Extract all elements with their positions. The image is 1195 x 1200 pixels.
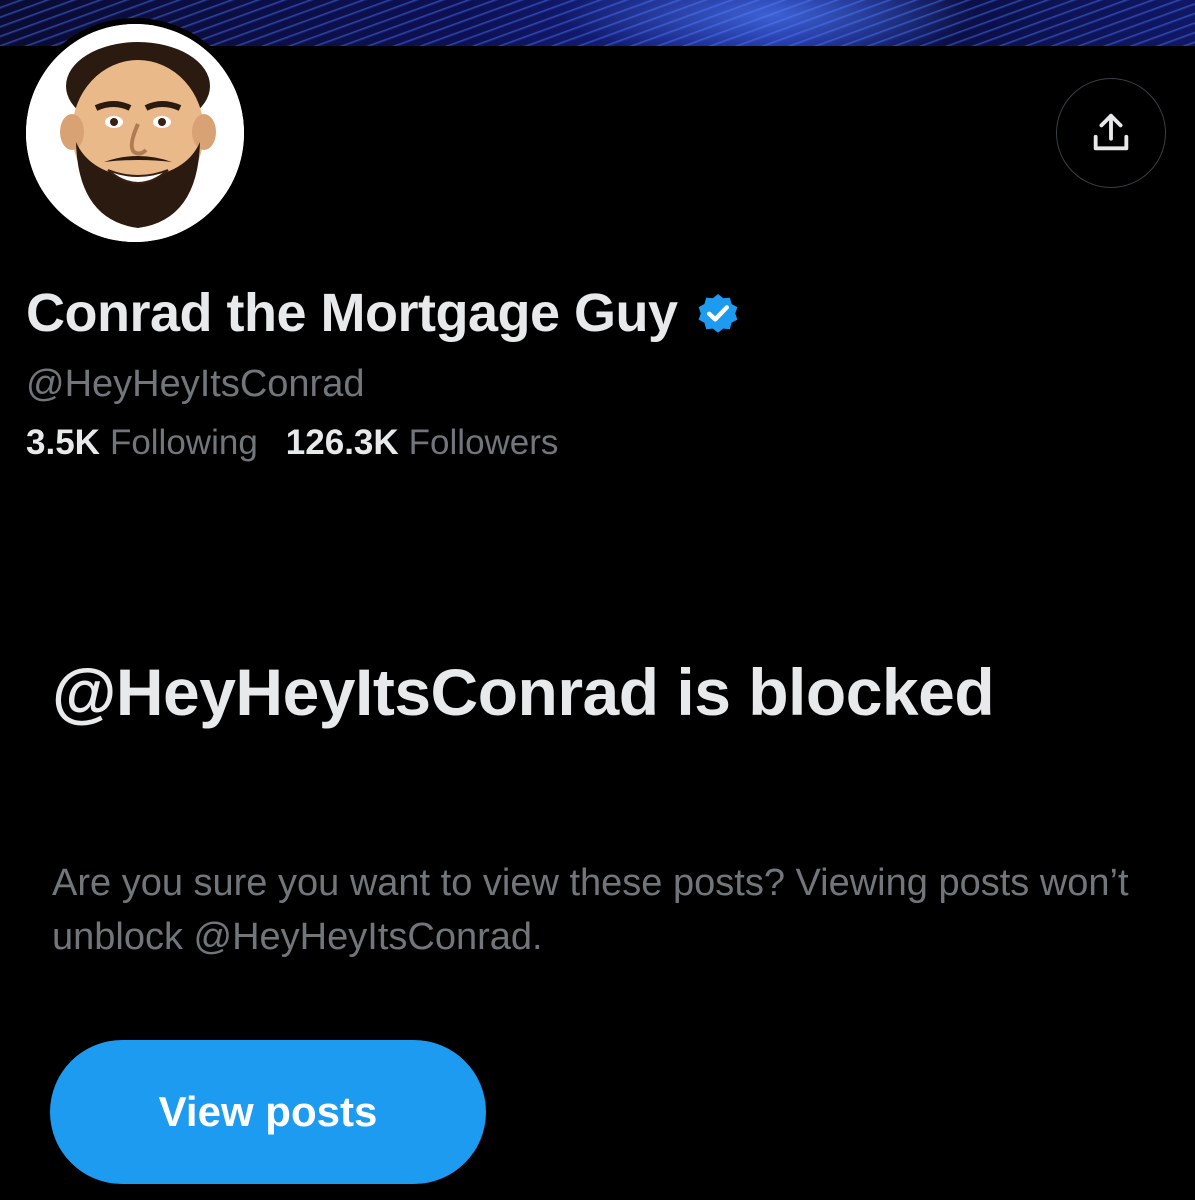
followers-link[interactable]: 126.3K Followers: [286, 420, 559, 466]
following-label: Following: [109, 423, 258, 462]
blocked-description: Are you sure you want to view these post…: [52, 862, 1129, 958]
blocked-title: @HeyHeyItsConrad is blocked: [52, 655, 995, 729]
follow-stats: 3.5K Following 126.3K Followers: [26, 420, 586, 466]
view-posts-button[interactable]: View posts: [50, 1040, 486, 1184]
share-upload-icon: [1093, 113, 1129, 151]
verified-badge-icon: [694, 289, 742, 337]
avatar[interactable]: [20, 18, 250, 248]
share-button[interactable]: [1056, 78, 1166, 188]
avatar-image: [26, 24, 244, 242]
following-count: 3.5K: [26, 423, 100, 462]
display-name: Conrad the Mortgage Guy: [26, 283, 678, 343]
profile-handle: @HeyHeyItsConrad: [26, 363, 365, 405]
followers-label: Followers: [408, 423, 559, 462]
following-link[interactable]: 3.5K Following: [26, 420, 258, 466]
name-row: Conrad the Mortgage Guy: [26, 282, 742, 344]
banner-glow: [560, 0, 980, 46]
caricature-avatar-icon: [26, 24, 244, 242]
followers-count: 126.3K: [285, 423, 399, 462]
